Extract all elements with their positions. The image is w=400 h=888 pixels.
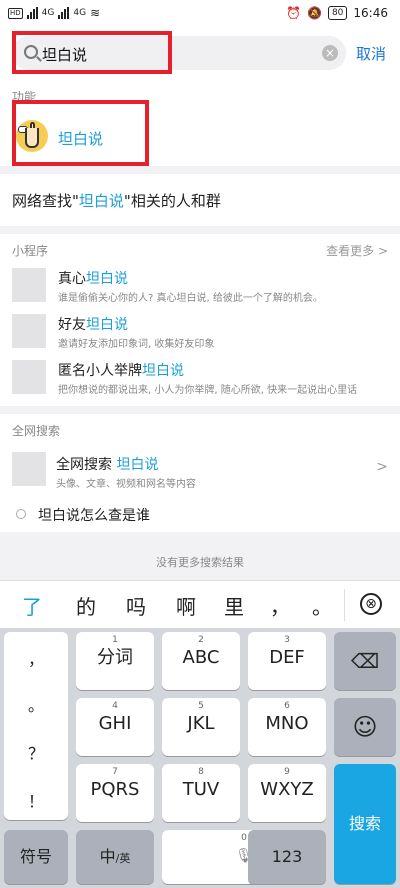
punct-key[interactable]: ？ <box>4 740 68 764</box>
search-suggestion[interactable]: 坦白说怎么查是谁 <box>38 505 150 525</box>
net-type-1: 4G <box>41 8 55 18</box>
mini-program-name: 好友坦白说 <box>58 317 128 333</box>
mini-program-thumbnail <box>12 360 46 394</box>
key-1[interactable]: 1 分词 <box>76 632 154 690</box>
section-title-mini-programs: 小程序 <box>12 244 49 258</box>
number-key[interactable]: 123 <box>248 830 326 884</box>
mini-program-item[interactable]: 匿名小人举牌坦白说 把你想说的都说出来, 小人为你举牌, 随心所欲, 快来一起说… <box>0 356 400 402</box>
close-keyboard-icon[interactable]: ⊗ <box>360 593 382 615</box>
network-search-row[interactable]: 网络查找"坦白说"相关的人和群 <box>0 174 400 226</box>
net-type-2: 4G <box>73 8 87 18</box>
ime-candidate-bar: 了 的 吗 啊 里 ， 。 ⊗ <box>0 580 400 628</box>
mini-program-item[interactable]: 好友坦白说 邀请好友添加印象词, 收集好友印象 <box>0 310 400 356</box>
key-8[interactable]: 8 TUV <box>162 764 240 822</box>
candidate-word[interactable]: 啊 <box>176 591 196 620</box>
cancel-button[interactable]: 取消 <box>356 43 386 64</box>
mini-program-item[interactable]: 真心坦白说 谁是偷偷关心你的人? 真心坦白说, 给彼此一个了解的机会。 <box>0 264 400 310</box>
candidate-divider <box>344 589 345 621</box>
candidate-word[interactable]: 。 <box>312 591 332 620</box>
hd-badge: HD <box>8 7 23 19</box>
candidate-word[interactable]: 吗 <box>126 591 146 620</box>
punct-key[interactable]: ！ <box>4 788 68 812</box>
key-3[interactable]: 3 DEF <box>248 632 326 690</box>
signal-icon <box>26 7 38 19</box>
mute-icon: 🔕 <box>307 6 322 20</box>
backspace-key[interactable]: ⌫ <box>334 632 396 690</box>
network-search-text: 网络查找"坦白说"相关的人和群 <box>12 192 221 210</box>
mini-programs-section: 小程序 查看更多 > 真心坦白说 谁是偷偷关心你的人? 真心坦白说, 给彼此一个… <box>0 234 400 406</box>
key-5[interactable]: 5 JKL <box>162 698 240 756</box>
keyboard: ， 。 ？ ！ 1 分词 2 ABC 3 DEF ⌫ 4 GHI 5 JKL 6 MNO ☺… <box>0 628 400 888</box>
mini-program-thumbnail <box>12 268 46 302</box>
candidate-word[interactable]: ， <box>270 591 290 620</box>
candidate-word[interactable]: 里 <box>224 591 244 620</box>
battery-icon: 80 <box>327 6 348 20</box>
section-title-web-search: 全网搜索 <box>12 424 61 438</box>
mini-program-name: 匿名小人举牌坦白说 <box>58 363 184 379</box>
alarm-icon: ⏰ <box>286 6 301 20</box>
web-search-desc: 头像、文章、视频和网名等内容 <box>56 479 196 490</box>
mini-program-thumbnail <box>12 314 46 348</box>
backspace-icon: ⌫ <box>350 649 380 673</box>
signal-icon-2 <box>58 7 70 19</box>
punct-key[interactable]: ， <box>4 646 68 670</box>
emoji-icon: ☺ <box>352 713 378 741</box>
key-4[interactable]: 4 GHI <box>76 698 154 756</box>
mini-program-desc: 把你想说的都说出来, 小人为你举牌, 随心所欲, 快来一起说出心里话 <box>58 385 358 396</box>
mini-program-desc: 邀请好友添加印象词, 收集好友印象 <box>58 339 215 350</box>
highlight-box-search <box>12 31 172 74</box>
emoji-key[interactable]: ☺ <box>334 698 396 756</box>
signal-area: HD 4G 4G ≋ <box>8 6 100 20</box>
punctuation-column[interactable]: ， 。 ？ ！ <box>4 632 68 820</box>
key-7[interactable]: 7 PQRS <box>76 764 154 822</box>
clear-icon[interactable]: × <box>322 45 338 61</box>
search-suggestion-icon <box>16 509 26 519</box>
mini-program-name: 真心坦白说 <box>58 271 128 287</box>
web-search-section: 全网搜索 全网搜索 坦白说 头像、文章、视频和网名等内容 > 坦白说怎么查是谁 <box>0 414 400 532</box>
punct-key[interactable]: 。 <box>4 692 68 716</box>
candidate-word[interactable]: 的 <box>76 591 96 620</box>
key-9[interactable]: 9 WXYZ <box>248 764 326 822</box>
language-switch-key[interactable]: 中/英 <box>76 830 154 884</box>
search-key[interactable]: 搜索 <box>334 764 396 884</box>
no-more-results: 没有更多搜索结果 <box>156 556 244 569</box>
symbol-key[interactable]: 符号 <box>4 830 68 884</box>
web-search-name[interactable]: 全网搜索 坦白说 <box>56 454 158 474</box>
see-more-link[interactable]: 查看更多 > <box>326 242 388 259</box>
key-6[interactable]: 6 MNO <box>248 698 326 756</box>
mini-program-desc: 谁是偷偷关心你的人? 真心坦白说, 给彼此一个了解的机会。 <box>58 293 323 304</box>
network-search-keyword: 坦白说 <box>78 192 124 210</box>
wifi-icon: ≋ <box>90 6 101 20</box>
highlight-box-function <box>12 100 149 166</box>
status-bar: HD 4G 4G ≋ ⏰ 🔕 80 16:46 <box>0 0 400 28</box>
candidate-word[interactable]: 了 <box>22 591 42 620</box>
web-search-thumbnail[interactable] <box>12 452 46 486</box>
clock: 16:46 <box>353 6 388 20</box>
key-2[interactable]: 2 ABC <box>162 632 240 690</box>
chevron-right-icon[interactable]: > <box>376 459 388 475</box>
status-right: ⏰ 🔕 80 16:46 <box>286 6 388 20</box>
